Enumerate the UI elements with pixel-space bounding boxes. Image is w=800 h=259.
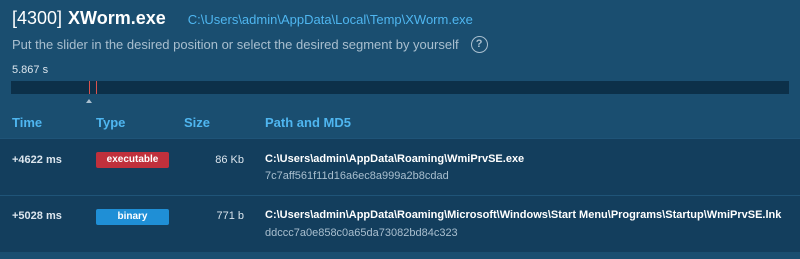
timeline-track[interactable]	[11, 81, 789, 94]
column-header-size: Size	[184, 115, 211, 130]
row-file-path[interactable]: C:\Users\admin\AppData\Roaming\WmiPrvSE.…	[265, 153, 524, 165]
process-pid: [4300]	[12, 8, 63, 28]
file-type-badge: executable	[96, 152, 169, 168]
row-time: +5028 ms	[12, 210, 62, 222]
file-type-badge: binary	[96, 209, 169, 225]
timeline-duration: 5.867 s	[12, 64, 49, 76]
table-row[interactable]: +5028 ms binary 771 b C:\Users\admin\App…	[0, 195, 800, 252]
column-header-path: Path and MD5	[265, 115, 351, 130]
slider-hint-text: Put the slider in the desired position o…	[12, 37, 459, 52]
row-md5: 7c7aff561f11d16a6ec8a999a2b8cdad	[265, 170, 449, 182]
row-size: 771 b	[216, 210, 244, 222]
help-icon[interactable]: ?	[470, 36, 488, 53]
row-md5: ddccc7a0e858c0a65da73082bd84c323	[265, 227, 458, 239]
timeline-marker	[96, 81, 97, 94]
process-header: [4300] XWorm.exe C:\Users\admin\AppData\…	[12, 8, 473, 30]
slider-hint: Put the slider in the desired position o…	[12, 36, 488, 53]
column-header-type: Type	[96, 115, 126, 130]
table-header: Time Type Size Path and MD5	[0, 108, 800, 138]
table-row[interactable]: +4622 ms executable 86 Kb C:\Users\admin…	[0, 138, 800, 195]
timeline-marker	[89, 81, 90, 94]
process-name: XWorm.exe	[68, 8, 166, 28]
timeline-slider-handle[interactable]	[86, 99, 92, 103]
row-size: 86 Kb	[215, 154, 244, 166]
row-file-path[interactable]: C:\Users\admin\AppData\Roaming\Microsoft…	[265, 209, 781, 221]
process-path-link[interactable]: C:\Users\admin\AppData\Local\Temp\XWorm.…	[188, 12, 473, 27]
column-header-time: Time	[12, 115, 43, 130]
row-time: +4622 ms	[12, 154, 62, 166]
